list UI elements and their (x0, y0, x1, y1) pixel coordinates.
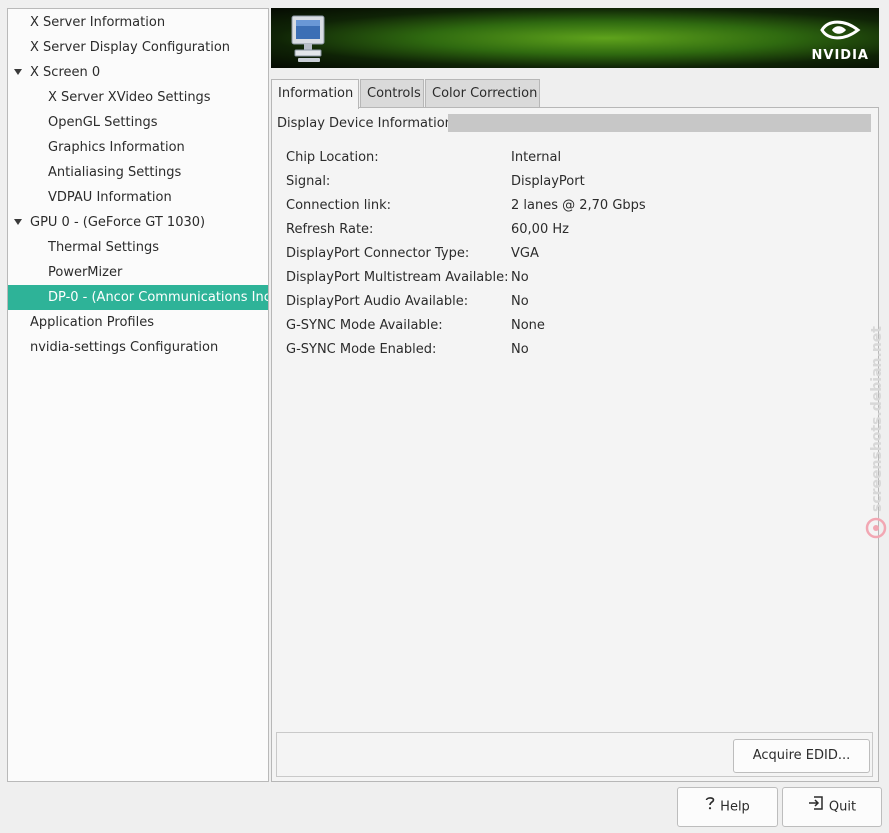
tree-item-gpu-0[interactable]: GPU 0 - (GeForce GT 1030) (8, 210, 268, 235)
nvidia-logo: NVIDIA (812, 17, 869, 63)
tree-item-label: OpenGL Settings (48, 115, 158, 130)
tree-item-label: X Screen 0 (30, 65, 101, 80)
tab-controls[interactable]: Controls (360, 79, 424, 108)
tree-item-dp-0[interactable]: DP-0 - (Ancor Communications Inc A (8, 285, 268, 310)
watermark: screenshots.debian.net (862, 300, 889, 550)
expander-arrow-icon[interactable] (14, 219, 22, 225)
help-button[interactable]: Help (677, 787, 778, 827)
expander-arrow-icon[interactable] (14, 69, 22, 75)
tree-item-vdpau-information[interactable]: VDPAU Information (8, 185, 268, 210)
tree-item-label: Application Profiles (30, 315, 154, 330)
information-panel: Display Device Information Chip Location… (271, 107, 879, 782)
info-value: None (511, 318, 545, 333)
tree-item-label: nvidia-settings Configuration (30, 340, 219, 355)
info-value: No (511, 294, 529, 309)
monitor-icon (289, 14, 329, 68)
quit-label: Quit (828, 799, 857, 815)
help-icon (705, 788, 715, 826)
info-value: Internal (511, 150, 562, 165)
tree-item-application-profiles[interactable]: Application Profiles (8, 310, 268, 335)
edid-box: Acquire EDID... (276, 732, 873, 777)
info-key: Signal: (286, 174, 331, 189)
tree-item-graphics-information[interactable]: Graphics Information (8, 135, 268, 160)
info-key: DisplayPort Multistream Available: (286, 270, 509, 285)
tree-item-label: X Server Display Configuration (30, 40, 231, 55)
tree-item-opengl-settings[interactable]: OpenGL Settings (8, 110, 268, 135)
info-value: DisplayPort (511, 174, 585, 189)
info-key: Connection link: (286, 198, 392, 213)
tree-item-powermizer[interactable]: PowerMizer (8, 260, 268, 285)
nvidia-eye-icon (820, 20, 861, 40)
tree-item-x-server-information[interactable]: X Server Information (8, 10, 268, 35)
info-key: G-SYNC Mode Enabled: (286, 342, 437, 357)
tree-item-thermal-settings[interactable]: Thermal Settings (8, 235, 268, 260)
tree-item-label: GPU 0 - (GeForce GT 1030) (30, 215, 206, 230)
info-key: DisplayPort Audio Available: (286, 294, 469, 309)
info-value: No (511, 270, 529, 285)
help-label: Help (720, 799, 750, 815)
info-key: G-SYNC Mode Available: (286, 318, 443, 333)
info-value: 60,00 Hz (511, 222, 569, 237)
nvidia-banner: NVIDIA (271, 8, 879, 68)
info-key: Refresh Rate: (286, 222, 374, 237)
tab-color-correction[interactable]: Color Correction (425, 79, 540, 108)
info-value: 2 lanes @ 2,70 Gbps (511, 198, 646, 213)
tab-information[interactable]: Information (271, 79, 359, 109)
tree-item-x-server-xvideo-settings[interactable]: X Server XVideo Settings (8, 85, 268, 110)
info-key: Chip Location: (286, 150, 379, 165)
quit-button[interactable]: Quit (782, 787, 882, 827)
tree-item-x-screen-0[interactable]: X Screen 0 (8, 60, 268, 85)
tree-item-x-server-display-configuration[interactable]: X Server Display Configuration (8, 35, 268, 60)
navigation-tree[interactable]: X Server Information X Server Display Co… (7, 8, 269, 782)
tree-item-label: X Server Information (30, 15, 166, 30)
tree-item-label: DP-0 - (Ancor Communications Inc A (48, 290, 268, 305)
tree-item-antialiasing-settings[interactable]: Antialiasing Settings (8, 160, 268, 185)
tree-item-label: VDPAU Information (48, 190, 172, 205)
info-key: DisplayPort Connector Type: (286, 246, 470, 261)
tree-item-label: PowerMizer (48, 265, 123, 280)
info-value: VGA (511, 246, 539, 261)
exit-icon (808, 788, 824, 826)
watermark-text: screenshots.debian.net (869, 326, 885, 512)
info-value: No (511, 342, 529, 357)
nvidia-logo-text: NVIDIA (811, 48, 869, 63)
section-title: Display Device Information (277, 116, 453, 131)
tree-item-nvidia-settings-configuration[interactable]: nvidia-settings Configuration (8, 335, 268, 360)
tree-item-label: Thermal Settings (48, 240, 159, 255)
section-separator (448, 114, 871, 132)
tree-item-label: X Server XVideo Settings (48, 90, 211, 105)
tree-item-label: Graphics Information (48, 140, 185, 155)
tree-item-label: Antialiasing Settings (48, 165, 182, 180)
acquire-edid-button[interactable]: Acquire EDID... (733, 739, 870, 773)
